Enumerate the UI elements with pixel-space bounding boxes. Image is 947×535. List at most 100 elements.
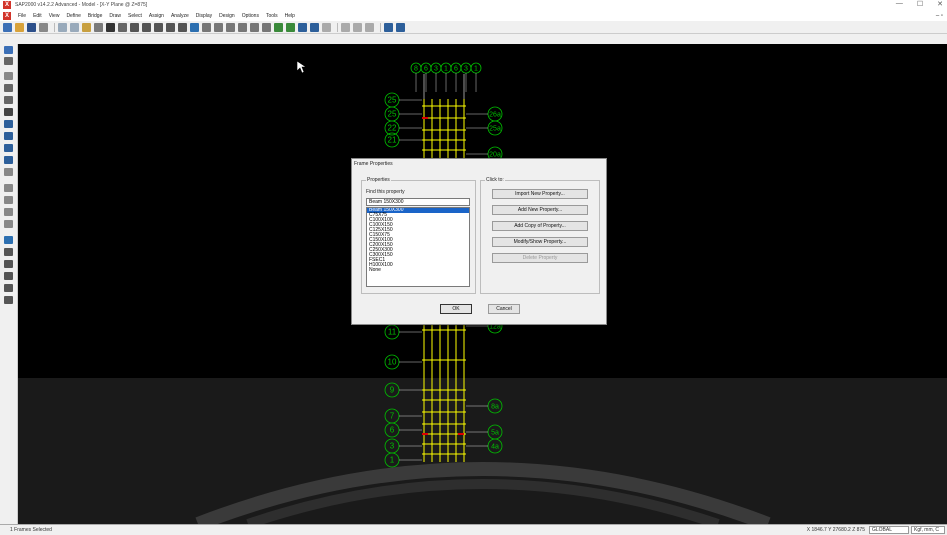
- quick-draw-frame-icon[interactable]: [4, 96, 13, 104]
- find-property-label: Find this property: [366, 189, 405, 195]
- menu-help[interactable]: Help: [285, 13, 295, 19]
- snap-fine-grid-icon[interactable]: [4, 296, 13, 304]
- draw-joint-icon[interactable]: [4, 72, 13, 80]
- 3d-view-icon[interactable]: [190, 22, 199, 32]
- undo-icon[interactable]: [58, 22, 67, 32]
- table-icon[interactable]: [396, 22, 405, 32]
- menu-file[interactable]: File: [18, 13, 26, 19]
- percent-icon[interactable]: [322, 22, 331, 32]
- pencil-icon[interactable]: [82, 22, 91, 32]
- pointer-icon[interactable]: [4, 46, 13, 54]
- find-property-input[interactable]: Beam 150X300: [366, 198, 470, 206]
- dialog-title: Frame Properties: [354, 161, 393, 167]
- draw-rect-area-icon[interactable]: [4, 132, 13, 140]
- rotate-icon[interactable]: [250, 22, 259, 32]
- menu-define[interactable]: Define: [66, 13, 80, 19]
- snap-joints-icon[interactable]: [4, 236, 13, 244]
- properties-group-label: Properties: [366, 177, 391, 183]
- up-icon[interactable]: [274, 22, 283, 32]
- yz-view-icon[interactable]: [226, 22, 235, 32]
- reshape-icon[interactable]: [4, 57, 13, 65]
- menu-design[interactable]: Design: [219, 13, 235, 19]
- modify-show-property-button[interactable]: Modify/Show Property...: [492, 237, 588, 247]
- maximize-icon[interactable]: ☐: [917, 0, 923, 8]
- menu-analyze[interactable]: Analyze: [171, 13, 189, 19]
- import-new-property-button[interactable]: Import New Property...: [492, 189, 588, 199]
- new-model-icon[interactable]: [3, 22, 12, 32]
- snap-intersection-icon[interactable]: [4, 260, 13, 268]
- i-section-icon[interactable]: [384, 22, 393, 32]
- document-icon[interactable]: X: [3, 11, 11, 20]
- xz-view-icon[interactable]: [214, 22, 223, 32]
- sap-app-icon[interactable]: X: [3, 1, 11, 9]
- menu-edit[interactable]: Edit: [33, 13, 42, 19]
- clear-selection-icon[interactable]: [4, 208, 13, 216]
- mouse-cursor-icon: [296, 60, 307, 74]
- draw-brace-icon[interactable]: [4, 108, 13, 116]
- select-all-icon[interactable]: [4, 184, 13, 192]
- menu-options[interactable]: Options: [242, 13, 259, 19]
- status-bar: 1 Frames Selected X 1846.7 Y 27680.2 Z 8…: [0, 524, 947, 535]
- draw-section-cut-icon[interactable]: [4, 168, 13, 176]
- snap-lines-icon[interactable]: [4, 284, 13, 292]
- menu-bridge[interactable]: Bridge: [88, 13, 102, 19]
- window-controls: — ☐ ✕: [896, 0, 943, 8]
- print-icon[interactable]: [39, 22, 48, 32]
- coordinate-system-select[interactable]: GLOBAL: [869, 526, 909, 534]
- coordinate-readout: X 1846.7 Y 27680.2 Z 875: [806, 527, 865, 533]
- section-cut-icon[interactable]: [341, 22, 350, 32]
- mdi-controls[interactable]: – ▫: [936, 13, 943, 19]
- property-list[interactable]: Beam 150X300 C75X75 C100X100 C100X150 C125X1…: [366, 207, 470, 287]
- menu-bar: X File Edit View Define Bridge Draw Sele…: [0, 10, 947, 21]
- snap-perpendicular-icon[interactable]: [4, 272, 13, 280]
- zoom-out-icon[interactable]: [142, 22, 151, 32]
- nv-view-icon[interactable]: [238, 22, 247, 32]
- side-toolbar: [0, 44, 18, 524]
- intersecting-line-icon[interactable]: [4, 220, 13, 228]
- toolbar-separator: [54, 22, 55, 32]
- draw-frame-icon[interactable]: [4, 84, 13, 92]
- xy-view-icon[interactable]: [202, 22, 211, 32]
- redo-icon[interactable]: [70, 22, 79, 32]
- add-copy-property-button[interactable]: Add Copy of Property...: [492, 221, 588, 231]
- units-select[interactable]: Kgf, mm, C: [911, 526, 945, 534]
- toolbar-separator: [380, 22, 381, 32]
- draw-area-icon[interactable]: [4, 120, 13, 128]
- lock-icon[interactable]: [94, 22, 103, 32]
- ok-button[interactable]: OK: [440, 304, 472, 314]
- force-icon[interactable]: [353, 22, 362, 32]
- perspective-icon[interactable]: [262, 22, 271, 32]
- minimize-icon[interactable]: —: [896, 0, 903, 8]
- menu-assign[interactable]: Assign: [149, 13, 164, 19]
- snap-ends-icon[interactable]: [4, 248, 13, 256]
- get-previous-selection-icon[interactable]: [4, 196, 13, 204]
- run-analysis-icon[interactable]: [106, 22, 115, 32]
- open-icon[interactable]: [15, 22, 24, 32]
- zoom-in-icon[interactable]: [130, 22, 139, 32]
- zoom-window-icon[interactable]: [154, 22, 163, 32]
- cancel-button[interactable]: Cancel: [488, 304, 520, 314]
- menu-view[interactable]: View: [49, 13, 60, 19]
- toolbar-separator: [337, 22, 338, 32]
- window-title: SAP2000 v14.2.2 Advanced - Model - [X-Y …: [15, 2, 148, 8]
- property-list-item[interactable]: None: [367, 268, 469, 273]
- quick-draw-area-icon[interactable]: [4, 144, 13, 152]
- add-new-property-button[interactable]: Add New Property...: [492, 205, 588, 215]
- main-toolbar: [0, 21, 947, 34]
- close-icon[interactable]: ✕: [937, 0, 943, 8]
- menu-tools[interactable]: Tools: [266, 13, 278, 19]
- deformed-shape-icon[interactable]: [310, 22, 319, 32]
- menu-select[interactable]: Select: [128, 13, 142, 19]
- frame-properties-dialog: Frame Properties Properties Find this pr…: [351, 158, 607, 325]
- delete-property-button[interactable]: Delete Property: [492, 253, 588, 263]
- menu-display[interactable]: Display: [196, 13, 212, 19]
- zoom-previous-icon[interactable]: [166, 22, 175, 32]
- save-icon[interactable]: [27, 22, 36, 32]
- draw-solid-icon[interactable]: [4, 156, 13, 164]
- menu-draw[interactable]: Draw: [109, 13, 121, 19]
- pan-icon[interactable]: [118, 22, 127, 32]
- reactions-icon[interactable]: [365, 22, 374, 32]
- down-icon[interactable]: [286, 22, 295, 32]
- display-icon[interactable]: [298, 22, 307, 32]
- zoom-restore-icon[interactable]: [178, 22, 187, 32]
